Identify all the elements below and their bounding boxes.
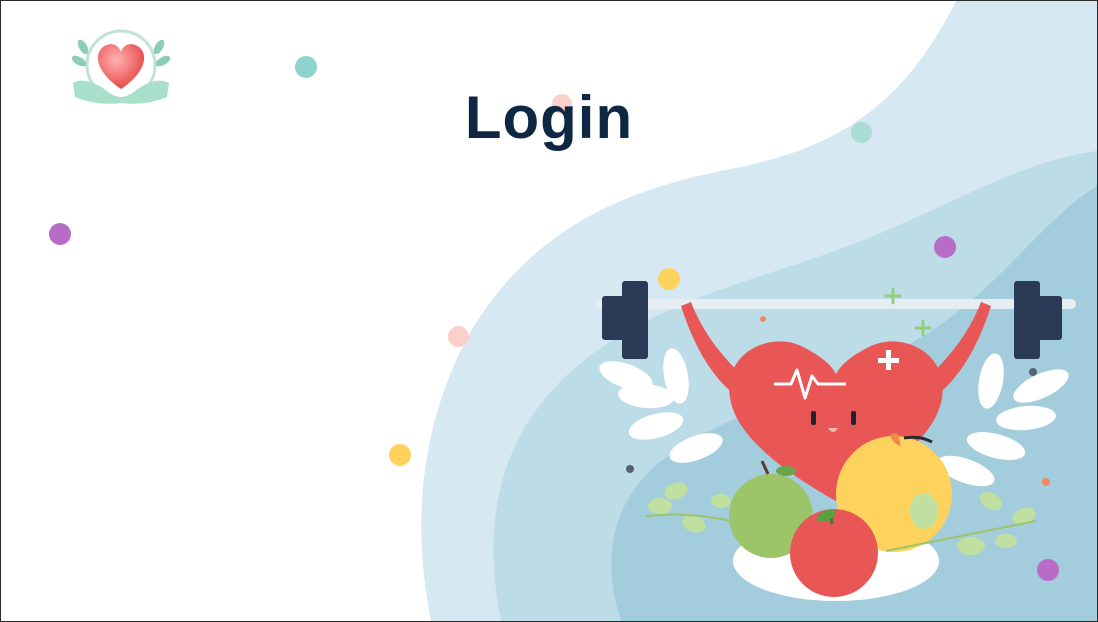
decor-dot-purple: [934, 236, 956, 258]
decor-dot-peach: [448, 326, 469, 347]
page-title: Login: [464, 84, 634, 151]
heart-weightlifting-illustration-icon: [596, 281, 1076, 601]
decor-dot-yellow: [389, 444, 411, 466]
login-screen: Login: [0, 0, 1098, 622]
decor-dot-teal: [295, 56, 317, 78]
decor-dot-purple: [49, 223, 71, 245]
